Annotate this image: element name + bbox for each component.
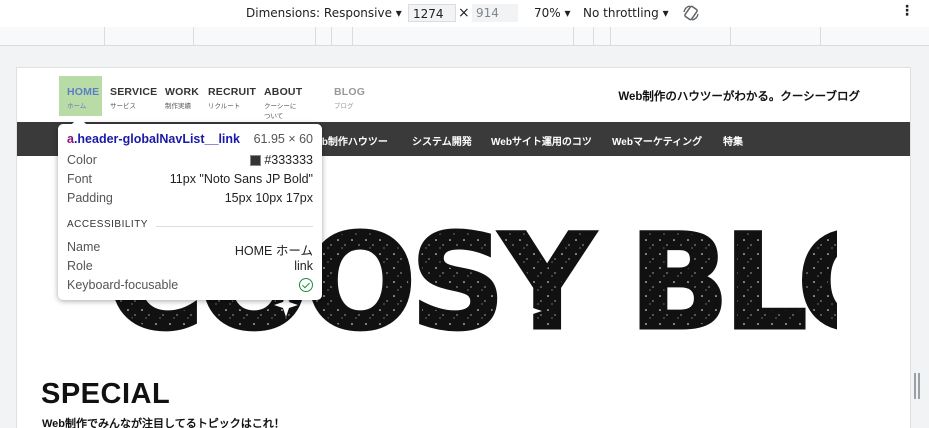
tooltip-selector: a.header-globalNavList__link — [67, 132, 240, 146]
row-key: Keyboard-focusable — [67, 278, 179, 292]
ruler-segment[interactable] — [193, 27, 194, 45]
nav-label-en: WORK — [165, 86, 200, 98]
throttling-dropdown[interactable]: No throttling ▾ — [583, 6, 669, 20]
row-value: 11px "Noto Sans JP Bold" — [169, 172, 313, 186]
nav-label-en: HOME — [67, 86, 100, 98]
nav-label-en: RECRUIT — [208, 86, 257, 98]
selector-class: .header-globalNavList__link — [73, 132, 240, 146]
nav-label-jp: ブログ — [334, 103, 354, 110]
row-value: 15px 10px 17px — [224, 191, 313, 205]
ruler-segment[interactable] — [610, 27, 611, 45]
ruler-segment[interactable] — [730, 27, 731, 45]
row-key: Name — [67, 240, 101, 254]
nav-label-en: BLOG — [334, 86, 366, 98]
site-tagline[interactable]: Web制作のハウツーがわかる。クーシーブログ — [618, 88, 860, 104]
accessibility-heading: ACCESSIBILITY — [67, 219, 148, 230]
dimensions-dropdown[interactable]: Dimensions: Responsive ▾ — [246, 6, 402, 20]
nav-item-home[interactable]: HOME ホーム — [59, 76, 102, 116]
chevron-down-icon: ▾ — [662, 6, 669, 20]
more-vert-icon[interactable]: ⋮ — [900, 3, 914, 19]
nav-label-en: SERVICE — [110, 86, 158, 98]
color-swatch — [250, 155, 262, 167]
nav-item-about[interactable]: ABOUT クーシーについて — [264, 76, 303, 120]
nav-item-service[interactable]: SERVICE サービス — [110, 76, 157, 116]
ruler-segment[interactable] — [331, 27, 332, 45]
row-key: Color — [67, 153, 97, 167]
dimensions-label: Dimensions: Responsive — [246, 6, 392, 20]
nav-label-jp: リクルート — [208, 103, 241, 110]
nav-item-work[interactable]: WORK 制作実績 — [165, 76, 199, 116]
width-input[interactable]: 1274 — [408, 4, 456, 22]
nav-label-jp: サービス — [110, 103, 136, 110]
row-key: Font — [67, 172, 93, 186]
resize-handle[interactable] — [914, 373, 920, 399]
chevron-down-icon: ▾ — [564, 6, 571, 20]
ruler-segment[interactable] — [352, 27, 353, 45]
times-icon: × — [458, 5, 470, 21]
tooltip-row-name: Name HOME ホーム — [67, 240, 313, 258]
row-key: Role — [67, 259, 93, 273]
category-link[interactable]: Webサイト運用のコツ — [491, 133, 592, 148]
color-value: #333333 — [264, 153, 313, 167]
tooltip-arrow — [72, 117, 86, 124]
nav-label-jp: クーシーについて — [264, 103, 297, 120]
row-key: Padding — [67, 191, 113, 205]
tooltip-row-font: Font 11px "Noto Sans JP Bold" — [67, 172, 313, 188]
category-link[interactable]: システム開発 — [412, 133, 472, 148]
device-toolbar: Dimensions: Responsive ▾ 1274 × 914 70% … — [0, 0, 929, 28]
tooltip-size: 61.95 × 60 — [253, 132, 313, 146]
row-value: link — [294, 259, 313, 273]
tooltip-row-focusable: Keyboard-focusable — [67, 278, 313, 294]
media-query-ruler — [0, 27, 929, 46]
category-link[interactable]: Webマーケティング — [612, 133, 702, 148]
nav-item-blog[interactable]: BLOG ブログ — [334, 76, 365, 116]
zoom-label: 70% — [534, 6, 561, 20]
row-value: #333333 — [250, 153, 313, 167]
height-input[interactable]: 914 — [472, 4, 518, 22]
rotate-icon[interactable] — [682, 4, 700, 22]
selector-tag: a — [67, 132, 74, 146]
tooltip-row-padding: Padding 15px 10px 17px — [67, 191, 313, 207]
inspect-tooltip: a.header-globalNavList__link 61.95 × 60 … — [58, 117, 322, 300]
row-value: HOME ホーム — [234, 244, 313, 258]
nav-item-recruit[interactable]: RECRUIT リクルート — [208, 76, 256, 116]
category-link[interactable]: 特集 — [723, 133, 743, 148]
special-subtitle: Web制作でみんなが注目してるトピックはこれ！ — [42, 418, 285, 428]
tooltip-row-role: Role link — [67, 259, 313, 275]
ruler-segment[interactable] — [593, 27, 594, 45]
section-divider — [156, 226, 313, 227]
chevron-down-icon: ▾ — [395, 6, 402, 20]
ruler-segment[interactable] — [573, 27, 574, 45]
nav-label-jp: 制作実績 — [165, 103, 191, 110]
throttling-label: No throttling — [583, 6, 659, 20]
special-title: SPECIAL — [41, 378, 171, 410]
nav-label-jp: ホーム — [67, 103, 87, 110]
nav-label-en: ABOUT — [264, 86, 303, 98]
zoom-dropdown[interactable]: 70% ▾ — [534, 6, 571, 20]
ruler-segment[interactable] — [315, 27, 316, 45]
ruler-segment[interactable] — [104, 27, 105, 45]
check-circle-icon — [299, 278, 313, 292]
tooltip-row-color: Color #333333 — [67, 153, 313, 169]
ruler-segment[interactable] — [820, 27, 821, 45]
